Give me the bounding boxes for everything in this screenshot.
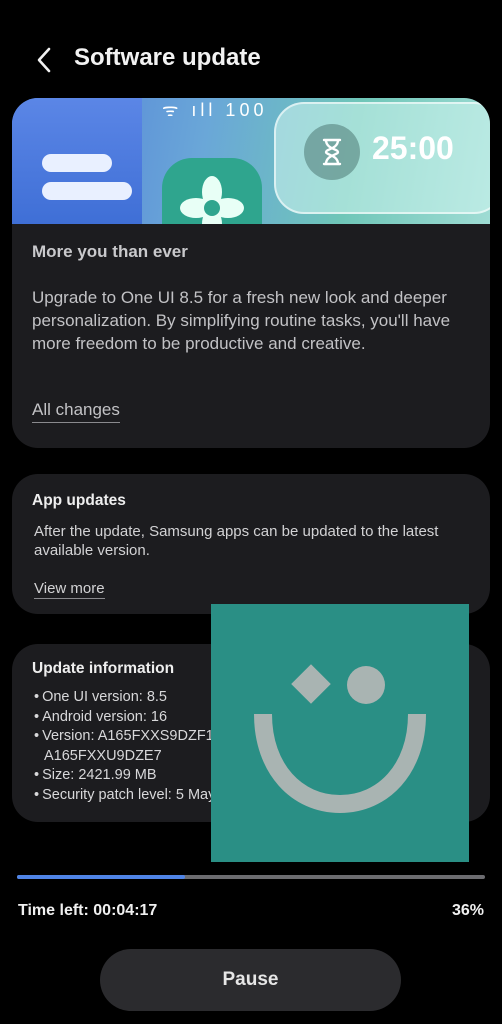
progress-bar [17, 875, 485, 879]
card-subtitle: More you than ever [32, 242, 188, 261]
update-info-heading: Update information [32, 660, 175, 677]
banner-bar [42, 154, 112, 172]
pause-button[interactable]: Pause [100, 949, 401, 1011]
release-notes-card: ᯤ ıll 100 25:00 More you than ever Upgra… [12, 98, 490, 448]
status-glyphs: ᯤ ıll 100 [162, 100, 268, 120]
view-more-link[interactable]: View more [34, 580, 105, 599]
timer-widget: 25:00 [274, 102, 490, 214]
card-description: Upgrade to One UI 8.5 for a fresh new lo… [32, 288, 451, 353]
feature-banner: ᯤ ıll 100 25:00 [12, 98, 490, 224]
all-changes-link[interactable]: All changes [32, 400, 120, 423]
smile-logo-overlay [211, 604, 469, 862]
banner-bar [42, 182, 132, 200]
time-left: Time left: 00:04:17 [18, 902, 158, 919]
widget-time: 25:00 [372, 130, 454, 166]
banner-panel [12, 98, 142, 224]
page-title: Software update [74, 44, 261, 71]
app-updates-card: App updates After the update, Samsung ap… [12, 474, 490, 614]
hourglass-icon [304, 124, 360, 180]
progress-percent: 36% [451, 902, 484, 919]
app-header: Software update [0, 30, 502, 90]
app-updates-heading: App updates [32, 492, 126, 509]
chevron-left-icon [37, 47, 51, 73]
app-updates-description: After the update, Samsung apps can be up… [34, 523, 439, 559]
back-button[interactable] [26, 42, 62, 78]
progress-fill [17, 875, 186, 879]
flower-icon [162, 158, 262, 224]
